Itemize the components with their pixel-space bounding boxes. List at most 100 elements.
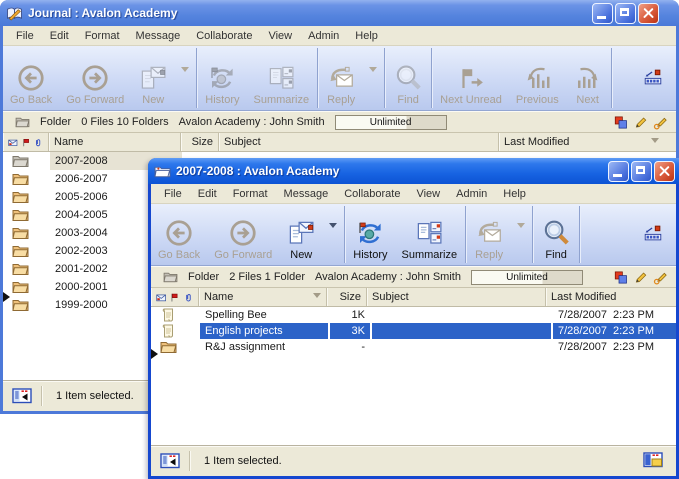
item-row[interactable]: R&J assignment - 7/28/2007 2:23 PM [151,339,676,355]
column-last-modified[interactable]: Last Modified [498,133,676,151]
menu-edit[interactable]: Edit [42,28,77,44]
reply-icon [474,217,504,249]
toolbar-separator [196,48,197,108]
menu-message[interactable]: Message [128,28,189,44]
go-back-button[interactable]: Go Back [3,46,59,110]
reply-button[interactable]: Reply [467,204,511,265]
menu-format[interactable]: Format [225,186,276,202]
column-size[interactable]: Size [326,288,366,306]
menu-format[interactable]: Format [77,28,128,44]
pane-splitter-arrow-icon[interactable] [151,349,158,359]
next-button[interactable]: Next [566,46,610,110]
open-folder-icon [3,190,48,204]
flag-icon [21,136,31,149]
summarize-icon [414,217,444,249]
find-button[interactable]: Find [534,204,578,265]
menu-admin[interactable]: Admin [448,186,495,202]
close-button[interactable] [654,161,675,182]
minimize-button[interactable] [592,3,613,24]
menu-admin[interactable]: Admin [300,28,347,44]
history-button[interactable]: History [198,46,246,110]
go-forward-button[interactable]: Go Forward [59,46,131,110]
menu-collaborate[interactable]: Collaborate [336,186,408,202]
toolbar-separator [317,48,318,108]
document-icon [151,308,198,322]
maximize-button[interactable] [615,3,636,24]
go-back-button[interactable]: Go Back [151,204,207,265]
go-back-icon [164,217,194,249]
column-last-modified[interactable]: Last Modified [545,288,676,306]
summarize-button[interactable]: Summarize [247,46,317,110]
chevron-down-icon [329,223,337,232]
summarize-button[interactable]: Summarize [395,204,465,265]
item-row[interactable]: Spelling Bee 1K 7/28/2007 2:23 PM [151,307,676,323]
column-menu-arrow-icon[interactable] [651,138,659,147]
toolbar-config-button[interactable] [642,222,664,247]
menu-file[interactable]: File [156,186,190,202]
maximize-button[interactable] [631,161,652,182]
toolbar-separator [344,206,345,263]
open-folder-icon [3,208,48,222]
next-unread-button[interactable]: Next Unread [433,46,509,110]
go-forward-button[interactable]: Go Forward [207,204,279,265]
reply-dropdown-button[interactable] [511,204,531,265]
layers-icon [613,115,628,130]
new-button[interactable]: New [279,204,323,265]
menu-help[interactable]: Help [347,28,386,44]
menu-view[interactable]: View [408,186,448,202]
menu-edit[interactable]: Edit [190,186,225,202]
summarize-icon [266,62,296,94]
toolbar-separator [532,206,533,263]
panel-toggle-icon [160,452,181,470]
paperclip-icon [33,136,43,149]
column-subject[interactable]: Subject [366,288,545,306]
minimize-button[interactable] [608,161,629,182]
reply-button[interactable]: Reply [319,46,363,110]
column-size[interactable]: Size [180,133,218,151]
pencil-key-icon [653,270,668,285]
folder-pane-icon [643,451,664,469]
close-button[interactable] [638,3,659,24]
column-subject[interactable]: Subject [218,133,498,151]
toolbar-separator [465,206,466,263]
history-button[interactable]: History [346,204,394,265]
school-year-window: 2007-2008 : Avalon Academy File Edit For… [148,158,679,479]
reply-dropdown-button[interactable] [363,46,383,110]
pane-splitter-arrow-icon[interactable] [3,292,10,302]
journal-toolbar: Go Back Go Forward New History Summarize… [3,46,676,111]
school-year-column-header: Name Size Subject Last Modified [151,288,676,307]
open-folder-gray-icon [3,154,48,168]
journal-titlebar[interactable]: Journal : Avalon Academy [0,0,679,26]
toolbar-config-button[interactable] [642,66,664,91]
menu-file[interactable]: File [8,28,42,44]
school-year-titlebar[interactable]: 2007-2008 : Avalon Academy [148,158,679,184]
toolbar-separator [611,48,612,108]
envelope-icon [156,291,166,304]
menu-help[interactable]: Help [495,186,534,202]
menu-view[interactable]: View [260,28,300,44]
open-folder-icon [3,244,48,258]
reply-icon [326,62,356,94]
panel-toggle-button[interactable] [3,387,41,405]
new-dropdown-button[interactable] [323,204,343,265]
header-icon-columns[interactable] [151,288,198,306]
previous-button[interactable]: Previous [509,46,566,110]
column-name[interactable]: Name [48,133,180,151]
container-type: Folder [40,116,71,128]
new-dropdown-button[interactable] [175,46,195,110]
history-icon [355,217,385,249]
column-name[interactable]: Name [198,288,326,306]
find-button[interactable]: Find [386,46,430,110]
paperclip-icon [183,291,193,304]
menu-collaborate[interactable]: Collaborate [188,28,260,44]
toolbar-config-icon [642,222,664,244]
folder-pane-button[interactable] [643,451,664,472]
next-icon [573,62,603,94]
folder-leaf-icon [154,164,171,179]
quota-meter: Unlimited [471,270,583,285]
panel-toggle-button[interactable] [151,452,189,470]
menu-message[interactable]: Message [276,186,337,202]
item-row-selected[interactable]: English projects 3K 7/28/2007 2:23 PM [151,323,676,339]
new-button[interactable]: New [131,46,175,110]
header-icon-columns[interactable] [3,133,48,151]
